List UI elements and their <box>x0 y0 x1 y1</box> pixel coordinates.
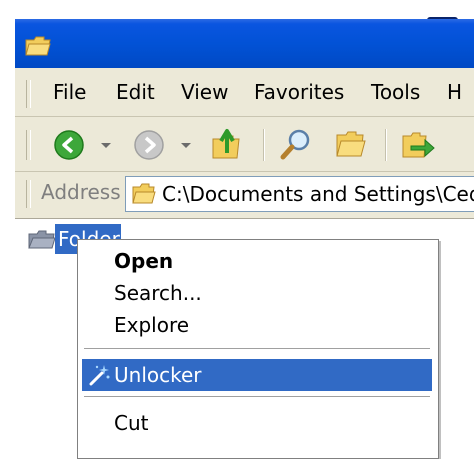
folders-icon[interactable] <box>335 129 367 159</box>
title-bar[interactable] <box>15 19 474 68</box>
toolbar-separator <box>385 129 387 161</box>
forward-dropdown-icon[interactable] <box>181 143 191 148</box>
search-icon[interactable] <box>279 127 313 161</box>
menu-item-unlocker-label: Unlocker <box>114 363 202 387</box>
toolbar-separator <box>263 129 265 161</box>
menu-file[interactable]: File <box>53 80 86 104</box>
folder-icon <box>25 36 51 56</box>
menu-separator <box>84 396 430 398</box>
address-bar: Address C:\Documents and Settings\Ced <box>15 172 474 215</box>
unlocker-wand-icon <box>89 365 110 386</box>
menu-item-unlocker[interactable]: Unlocker <box>82 359 432 391</box>
folder-icon <box>132 183 156 204</box>
menu-item-search[interactable]: Search... <box>82 277 432 309</box>
menu-item-explore[interactable]: Explore <box>82 309 432 341</box>
menu-tools[interactable]: Tools <box>371 80 420 104</box>
forward-icon[interactable] <box>133 129 165 161</box>
menu-bar: File Edit View Favorites Tools H <box>15 68 474 117</box>
menu-favorites[interactable]: Favorites <box>254 80 344 104</box>
menu-item-cut[interactable]: Cut <box>82 407 432 439</box>
addressbar-grip[interactable] <box>26 180 31 208</box>
move-to-icon[interactable] <box>401 129 435 161</box>
menu-view[interactable]: View <box>181 80 228 104</box>
folder-icon <box>28 230 56 249</box>
menu-separator <box>84 348 430 350</box>
folder-up-icon[interactable] <box>211 127 243 161</box>
menu-help[interactable]: H <box>447 80 462 104</box>
address-value: C:\Documents and Settings\Ced <box>162 182 474 206</box>
context-menu: Open Search... Explore Unlocker Cut <box>77 239 439 459</box>
address-input[interactable]: C:\Documents and Settings\Ced <box>125 176 474 212</box>
menu-edit[interactable]: Edit <box>116 80 155 104</box>
back-icon[interactable] <box>53 129 85 161</box>
back-dropdown-icon[interactable] <box>101 143 111 148</box>
toolbar <box>15 117 474 172</box>
menu-item-open[interactable]: Open <box>82 245 432 277</box>
toolbar-grip[interactable] <box>26 130 31 160</box>
menubar-grip[interactable] <box>26 80 31 108</box>
address-label: Address <box>41 180 121 204</box>
